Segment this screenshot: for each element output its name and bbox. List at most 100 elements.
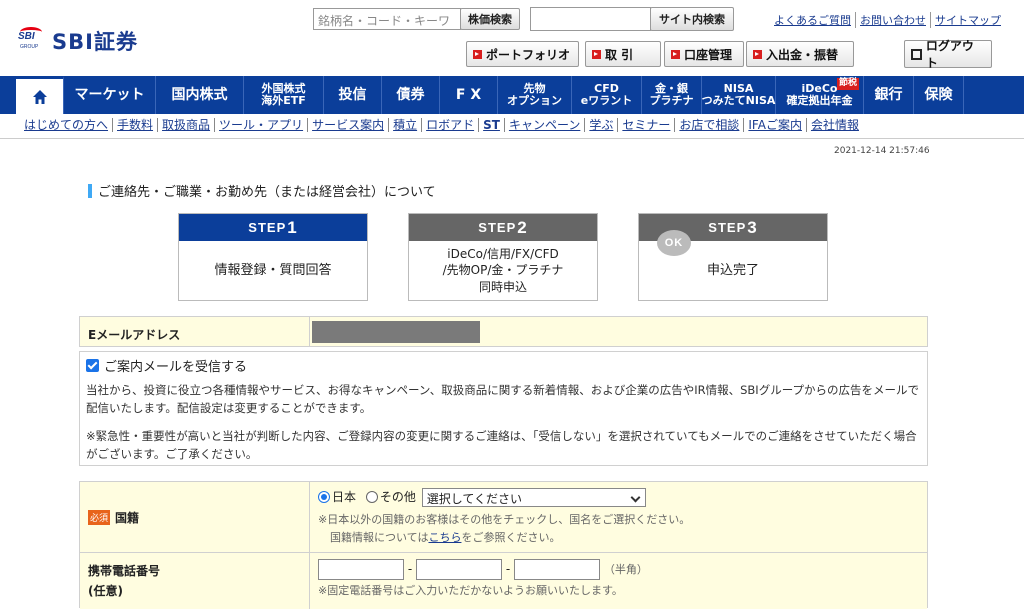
nav-bank[interactable]: 銀行 xyxy=(864,76,914,114)
nav-gold-silver[interactable]: 金・銀 プラチナ xyxy=(642,76,702,114)
receive-mail-checkbox[interactable] xyxy=(86,359,99,372)
title-bar xyxy=(88,183,92,198)
stock-search-input[interactable]: 銘柄名・コード・キーワ xyxy=(313,8,461,30)
mail-option-box: ご案内メールを受信する 当社から、投資に役立つ各種情報やサービス、お得なキャンペ… xyxy=(79,351,928,466)
sitemap-link[interactable]: サイトマップ xyxy=(930,12,1005,28)
nationality-value: 日本 その他 選択してください ※日本以外の国籍のお客様はその他をチェックし、国… xyxy=(310,482,927,552)
nav-fx[interactable]: F X xyxy=(440,76,498,114)
subnav-learn[interactable]: 学ぶ xyxy=(584,118,617,132)
trade-button[interactable]: 取 引 xyxy=(585,41,661,67)
deposit-transfer-button[interactable]: 入出金・振替 xyxy=(746,41,854,67)
subnav-st[interactable]: ST xyxy=(478,118,504,132)
home-icon xyxy=(32,89,47,104)
email-value xyxy=(310,317,927,346)
mail-option-note: ※緊急性・重要性が高いと当社が判断した内容、ご登録内容の変更に関するご連絡は、「… xyxy=(86,429,917,461)
mobile-label: 携帯電話番号 (任意) xyxy=(80,553,310,609)
country-select[interactable]: 選択してください xyxy=(421,488,646,507)
nav-cfd[interactable]: CFD eワラント xyxy=(572,76,642,114)
logo-text: SBI証券 xyxy=(52,30,138,54)
subnav-products[interactable]: 取扱商品 xyxy=(157,118,214,132)
divider xyxy=(0,138,1024,139)
masked-email xyxy=(312,321,480,343)
email-row: Eメールアドレス xyxy=(79,316,928,347)
step-3-header: OK STEP 3 xyxy=(639,214,827,256)
sbi-logo[interactable]: SBI GROUP SBI証券 xyxy=(18,26,138,56)
section-title: ご連絡先・ご職業・お勤め先（または経営会社）について xyxy=(88,181,436,200)
nationality-other-label[interactable]: その他 xyxy=(380,490,416,504)
subnav-services[interactable]: サービス案内 xyxy=(307,118,388,132)
step-2-header: STEP 2 xyxy=(409,214,597,241)
phone-separator: - xyxy=(505,562,511,576)
arrow-icon xyxy=(592,49,601,59)
phone-part-1-input[interactable] xyxy=(318,559,404,580)
nationality-label: 必須 国籍 xyxy=(80,482,310,552)
phone-part-3-input[interactable] xyxy=(514,559,600,580)
header: SBI GROUP SBI証券 銘柄名・コード・キーワ 株価検索 サイト内検索 … xyxy=(0,0,1024,76)
mobile-value: - - （半角） ※固定電話番号はご入力いただかないようお願いいたします。 xyxy=(310,553,927,609)
nav-bond[interactable]: 債券 xyxy=(382,76,440,114)
nationality-japan-label[interactable]: 日本 xyxy=(332,490,356,504)
mobile-row: 携帯電話番号 (任意) - - （半角） ※固定電話番号はご入力いただかないよう… xyxy=(80,553,927,609)
logout-icon xyxy=(911,48,922,60)
faq-link[interactable]: よくあるご質問 xyxy=(770,12,855,28)
step-1-body: 情報登録・質問回答 xyxy=(214,262,332,278)
nav-foreign-stock[interactable]: 外国株式 海外ETF xyxy=(244,76,324,114)
nationality-japan-radio[interactable] xyxy=(318,491,330,503)
nav-ideco[interactable]: iDeCo 確定拠出年金 節税 xyxy=(776,76,864,114)
nav-nisa[interactable]: NISA つみたてNISA xyxy=(702,76,776,114)
subnav-ifa[interactable]: IFAご案内 xyxy=(743,118,806,132)
step-2-body: iDeCo/信用/FX/CFD /先物OP/金・プラチナ 同時申込 xyxy=(442,247,564,294)
main-nav: マーケット 国内株式 外国株式 海外ETF 投信 債券 F X 先物 オプション… xyxy=(0,76,1024,114)
nationality-note-1: ※日本以外の国籍のお客様はその他をチェックし、国名をご選択ください。 xyxy=(318,513,691,526)
nav-investment-trust[interactable]: 投信 xyxy=(324,76,382,114)
subnav-roboad[interactable]: ロボアド xyxy=(421,118,478,132)
step-1: STEP 1 情報登録・質問回答 xyxy=(178,213,368,301)
nav-insurance[interactable]: 保険 xyxy=(914,76,964,114)
sbi-logo-mark: SBI GROUP xyxy=(18,27,44,51)
nav-market[interactable]: マーケット xyxy=(64,76,156,114)
tax-saving-badge: 節税 xyxy=(836,78,859,90)
account-button[interactable]: 口座管理 xyxy=(664,41,744,67)
nationality-note-2: 国籍情報についてはこちらをご参照ください。 xyxy=(330,531,561,544)
registration-form: 必須 国籍 日本 その他 選択してください ※日本以外の国籍のお客様はその他をチ… xyxy=(79,481,928,609)
arrow-icon xyxy=(473,49,482,59)
nav-domestic-stock[interactable]: 国内株式 xyxy=(156,76,244,114)
mobile-note: ※固定電話番号はご入力いただかないようお願いいたします。 xyxy=(318,584,623,597)
phone-part-2-input[interactable] xyxy=(416,559,502,580)
contact-link[interactable]: お問い合わせ xyxy=(855,12,930,28)
nationality-other-radio[interactable] xyxy=(365,491,378,503)
step-1-header: STEP 1 xyxy=(179,214,367,241)
sub-nav: はじめての方へ 手数料 取扱商品 ツール・アプリ サービス案内 積立 ロボアド … xyxy=(24,118,863,132)
subnav-tools-apps[interactable]: ツール・アプリ xyxy=(214,118,307,132)
ok-badge: OK xyxy=(657,230,691,256)
subnav-accumulation[interactable]: 積立 xyxy=(388,118,421,132)
arrow-icon xyxy=(671,49,680,59)
nationality-row: 必須 国籍 日本 その他 選択してください ※日本以外の国籍のお客様はその他をチ… xyxy=(80,482,927,553)
subnav-fees[interactable]: 手数料 xyxy=(112,118,157,132)
site-search-button[interactable]: サイト内検索 xyxy=(650,7,734,31)
stock-search-button[interactable]: 株価検索 xyxy=(460,8,520,30)
logout-button[interactable]: ログアウト xyxy=(904,39,992,70)
subnav-beginners[interactable]: はじめての方へ xyxy=(24,118,112,132)
subnav-campaign[interactable]: キャンペーン xyxy=(503,118,584,132)
mail-option-description: 当社から、投資に役立つ各種情報やサービス、お得なキャンペーン、取扱商品に関する新… xyxy=(86,383,919,415)
email-label: Eメールアドレス xyxy=(80,317,310,346)
step-3: OK STEP 3 申込完了 xyxy=(638,213,828,301)
receive-mail-label[interactable]: ご案内メールを受信する xyxy=(104,356,247,375)
subnav-seminar[interactable]: セミナー xyxy=(617,118,674,132)
top-links: よくあるご質問 お問い合わせ サイトマップ xyxy=(770,12,1005,28)
site-search-input[interactable] xyxy=(530,7,651,31)
required-badge: 必須 xyxy=(88,509,111,525)
nav-futures-options[interactable]: 先物 オプション xyxy=(498,76,572,114)
optional-label: (任意) xyxy=(88,584,123,598)
subnav-company[interactable]: 会社情報 xyxy=(805,118,863,132)
step-2: STEP 2 iDeCo/信用/FX/CFD /先物OP/金・プラチナ 同時申込 xyxy=(408,213,598,301)
halfwidth-hint: （半角） xyxy=(603,563,648,576)
arrow-icon xyxy=(753,49,762,59)
subnav-store-consult[interactable]: お店で相談 xyxy=(674,118,743,132)
phone-separator: - xyxy=(407,562,413,576)
nationality-info-link[interactable]: こちら xyxy=(428,531,461,544)
timestamp: 2021-12-14 21:57:46 xyxy=(834,146,930,156)
home-tab[interactable] xyxy=(16,76,64,114)
portfolio-button[interactable]: ポートフォリオ xyxy=(466,41,579,67)
